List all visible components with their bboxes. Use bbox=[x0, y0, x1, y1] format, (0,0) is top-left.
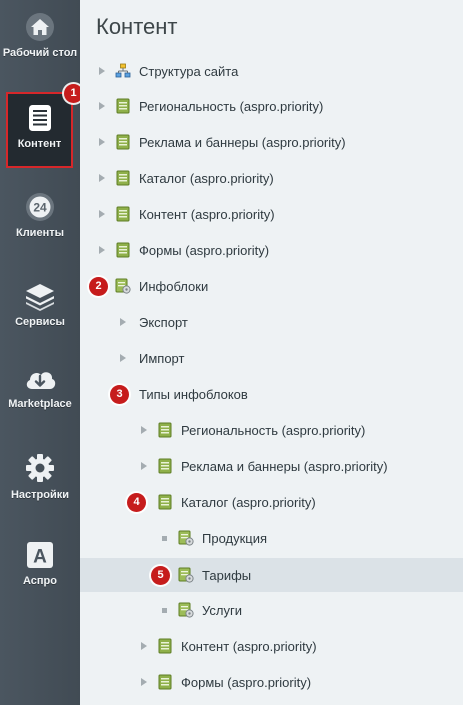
gear-icon bbox=[26, 454, 54, 482]
expand-arrow-icon[interactable] bbox=[99, 210, 105, 218]
tree-item-site-structure[interactable]: Структура сайта bbox=[80, 54, 463, 88]
tree-item-label: Контент (aspro.priority) bbox=[181, 639, 317, 654]
layers-icon bbox=[26, 284, 54, 311]
svg-text:24: 24 bbox=[33, 201, 47, 215]
tree-item-types-regionality[interactable]: Региональность (aspro.priority) bbox=[80, 413, 463, 447]
tree-item-tariffs[interactable]: Тарифы bbox=[80, 558, 463, 592]
tree-item-label: Региональность (aspro.priority) bbox=[139, 99, 324, 114]
bullet-icon bbox=[162, 536, 167, 541]
tree-item-label: Реклама и баннеры (aspro.priority) bbox=[139, 135, 346, 150]
module-icon bbox=[115, 98, 131, 114]
site-structure-icon bbox=[115, 63, 131, 79]
tree-item-types-forms[interactable]: Формы (aspro.priority) bbox=[80, 665, 463, 699]
sidebar-item-label: Клиенты bbox=[15, 227, 64, 239]
aspro-a-icon: A bbox=[27, 542, 53, 568]
expand-arrow-icon[interactable] bbox=[141, 426, 147, 434]
tree-item-label: Типы инфоблоков bbox=[139, 387, 248, 402]
sidebar-item-label: Настройки bbox=[10, 489, 70, 501]
module-icon bbox=[115, 206, 131, 222]
module-icon bbox=[157, 494, 173, 510]
tree-item-label: Формы (aspro.priority) bbox=[139, 243, 270, 258]
tree-item-label: Импорт bbox=[139, 351, 185, 366]
sidebar: Рабочий стол Контент 24 Клиенты Сервисы bbox=[0, 0, 80, 705]
expand-arrow-icon[interactable] bbox=[99, 102, 105, 110]
expand-arrow-icon[interactable] bbox=[99, 67, 105, 75]
sidebar-item-label: Рабочий стол bbox=[2, 47, 78, 59]
tree-item-infoblocks[interactable]: Инфоблоки bbox=[80, 269, 463, 303]
tree-item-types-content[interactable]: Контент (aspro.priority) bbox=[80, 629, 463, 663]
tree-item-label: Структура сайта bbox=[139, 64, 239, 79]
expand-arrow-icon[interactable] bbox=[99, 246, 105, 254]
tree-item-types-ads-banners[interactable]: Реклама и баннеры (aspro.priority) bbox=[80, 449, 463, 483]
sidebar-item-services[interactable]: Сервисы bbox=[0, 281, 80, 329]
content-panel: Контент Структура сайта Региональность (… bbox=[80, 0, 463, 705]
tree-item-label: Контент (aspro.priority) bbox=[139, 207, 275, 222]
sidebar-item-label: Сервисы bbox=[15, 316, 65, 328]
tree-item-services[interactable]: Услуги bbox=[80, 593, 463, 627]
sidebar-item-label: Marketplace bbox=[8, 398, 72, 410]
expand-arrow-icon[interactable] bbox=[120, 354, 126, 362]
tree-item-label: Тарифы bbox=[202, 568, 252, 583]
tree-item-forms[interactable]: Формы (aspro.priority) bbox=[80, 233, 463, 267]
tree-item-label: Каталог (aspro.priority) bbox=[139, 171, 274, 186]
tree-item-regionality[interactable]: Региональность (aspro.priority) bbox=[80, 89, 463, 123]
step-badge: 5 bbox=[151, 566, 170, 585]
tree-item-export[interactable]: Экспорт bbox=[80, 305, 463, 339]
tree-item-label: Продукция bbox=[202, 531, 268, 546]
tree-item-label: Реклама и баннеры (aspro.priority) bbox=[181, 459, 388, 474]
module-icon bbox=[157, 422, 173, 438]
cloud-download-icon bbox=[26, 372, 56, 389]
step-badge: 3 bbox=[110, 385, 129, 404]
sidebar-item-desktop[interactable]: Рабочий стол bbox=[0, 12, 80, 60]
module-icon bbox=[157, 638, 173, 654]
module-icon bbox=[157, 674, 173, 690]
sidebar-item-clients[interactable]: 24 Клиенты bbox=[0, 192, 80, 240]
tree-item-label: Каталог (aspro.priority) bbox=[181, 495, 316, 510]
page-title: Контент bbox=[96, 14, 178, 39]
step-badge: 4 bbox=[127, 493, 146, 512]
infoblock-icon bbox=[115, 278, 131, 294]
tree-item-label: Формы (aspro.priority) bbox=[181, 675, 312, 690]
sidebar-item-label: Контент bbox=[17, 138, 62, 150]
sidebar-item-settings[interactable]: Настройки bbox=[0, 452, 80, 502]
tree-item-label: Инфоблоки bbox=[139, 279, 209, 294]
tree-item-import[interactable]: Импорт bbox=[80, 341, 463, 375]
expand-arrow-icon[interactable] bbox=[99, 138, 105, 146]
svg-text:A: A bbox=[33, 547, 47, 568]
document-icon bbox=[28, 105, 51, 131]
tree-item-label: Региональность (aspro.priority) bbox=[181, 423, 366, 438]
tree-item-ads-banners[interactable]: Реклама и баннеры (aspro.priority) bbox=[80, 125, 463, 159]
infoblock-icon bbox=[178, 530, 194, 546]
module-icon bbox=[115, 170, 131, 186]
expand-arrow-icon[interactable] bbox=[141, 642, 147, 650]
tree-item-label: Услуги bbox=[202, 603, 242, 618]
module-icon bbox=[115, 242, 131, 258]
tree-item-products[interactable]: Продукция bbox=[80, 521, 463, 555]
tree-item-content[interactable]: Контент (aspro.priority) bbox=[80, 197, 463, 231]
tree-item-label: Экспорт bbox=[139, 315, 188, 330]
infoblock-icon bbox=[178, 602, 194, 618]
step-badge: 2 bbox=[89, 277, 108, 296]
expand-arrow-icon[interactable] bbox=[99, 174, 105, 182]
module-icon bbox=[115, 134, 131, 150]
sidebar-item-content[interactable]: Контент bbox=[6, 92, 73, 168]
home-icon bbox=[26, 13, 54, 41]
module-icon bbox=[157, 458, 173, 474]
sidebar-item-marketplace[interactable]: Marketplace bbox=[0, 365, 80, 411]
infoblock-icon bbox=[178, 567, 194, 583]
clients-24-icon: 24 bbox=[26, 193, 54, 221]
bullet-icon bbox=[162, 608, 167, 613]
expand-arrow-icon[interactable] bbox=[120, 318, 126, 326]
expand-arrow-icon[interactable] bbox=[141, 678, 147, 686]
tree-item-catalog[interactable]: Каталог (aspro.priority) bbox=[80, 161, 463, 195]
sidebar-item-label: Аспро bbox=[23, 575, 57, 587]
expand-arrow-icon[interactable] bbox=[141, 462, 147, 470]
sidebar-item-aspro[interactable]: A Аспро bbox=[0, 540, 80, 588]
tree-item-infoblock-types[interactable]: Типы инфоблоков bbox=[80, 377, 463, 411]
